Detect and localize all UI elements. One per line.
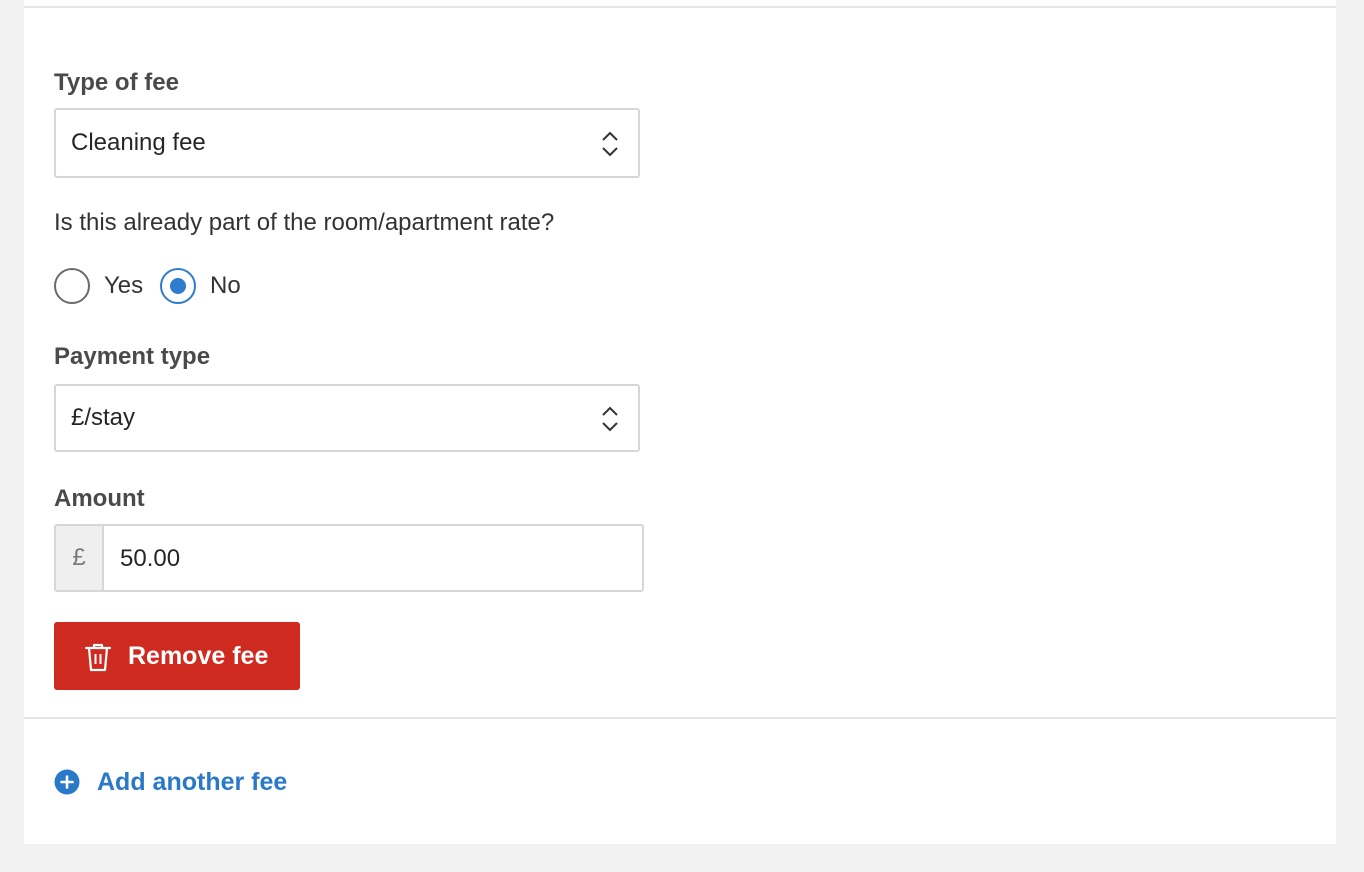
top-divider <box>24 6 1336 8</box>
select-arrows-icon <box>602 131 618 157</box>
payment-type-label: Payment type <box>54 343 211 370</box>
fee-type-select[interactable]: Cleaning fee <box>54 108 640 178</box>
radio-no-label[interactable]: No <box>210 270 241 302</box>
remove-fee-label: Remove fee <box>128 642 269 670</box>
amount-input-group[interactable]: £ 50.00 <box>54 524 644 592</box>
included-question: Is this already part of the room/apartme… <box>54 209 555 236</box>
select-arrows-icon <box>602 406 618 432</box>
trash-icon <box>84 643 112 672</box>
amount-input[interactable]: 50.00 <box>120 526 180 590</box>
radio-yes-label[interactable]: Yes <box>104 270 143 302</box>
payment-type-value: £/stay <box>71 404 136 431</box>
amount-label: Amount <box>54 485 145 512</box>
fee-type-value: Cleaning fee <box>71 129 206 156</box>
add-another-fee-label: Add another fee <box>97 768 288 796</box>
fee-card: Type of fee Cleaning fee Is this already… <box>24 0 1336 844</box>
radio-selected-dot <box>170 278 186 294</box>
currency-prefix: £ <box>56 526 104 590</box>
remove-fee-button[interactable]: Remove fee <box>54 622 300 690</box>
radio-no[interactable] <box>160 268 196 304</box>
radio-yes[interactable] <box>54 268 90 304</box>
plus-circle-icon <box>54 769 80 795</box>
section-divider <box>24 717 1336 719</box>
fee-type-label: Type of fee <box>54 69 179 96</box>
payment-type-select[interactable]: £/stay <box>54 384 640 452</box>
